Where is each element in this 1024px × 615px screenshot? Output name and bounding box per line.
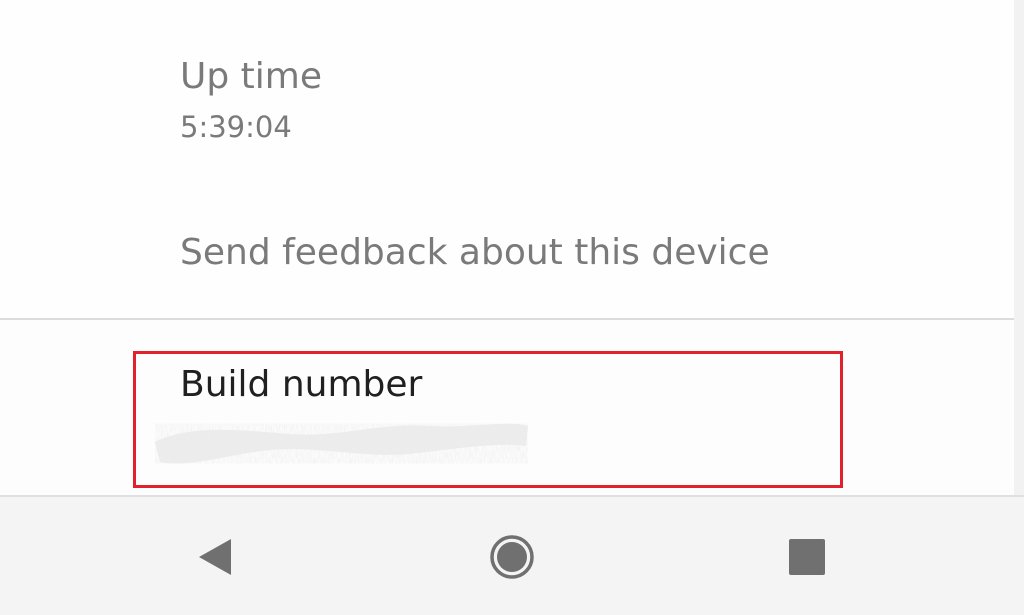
highlight-box xyxy=(133,351,843,488)
uptime-title: Up time xyxy=(180,56,322,97)
recents-button[interactable] xyxy=(767,517,847,597)
uptime-item: Up time 5:39:04 xyxy=(0,0,1014,180)
back-button[interactable] xyxy=(175,517,255,597)
home-circle-icon xyxy=(490,535,534,579)
recents-square-icon xyxy=(789,539,825,575)
settings-screen: Up time 5:39:04 Send feedback about this… xyxy=(0,0,1024,615)
navigation-bar xyxy=(0,495,1024,615)
send-feedback-title: Send feedback about this device xyxy=(180,232,770,273)
back-triangle-icon xyxy=(199,539,231,575)
uptime-value: 5:39:04 xyxy=(180,110,292,144)
send-feedback-item[interactable]: Send feedback about this device xyxy=(0,180,1014,318)
home-button[interactable] xyxy=(472,517,552,597)
scroll-edge xyxy=(1014,0,1024,495)
